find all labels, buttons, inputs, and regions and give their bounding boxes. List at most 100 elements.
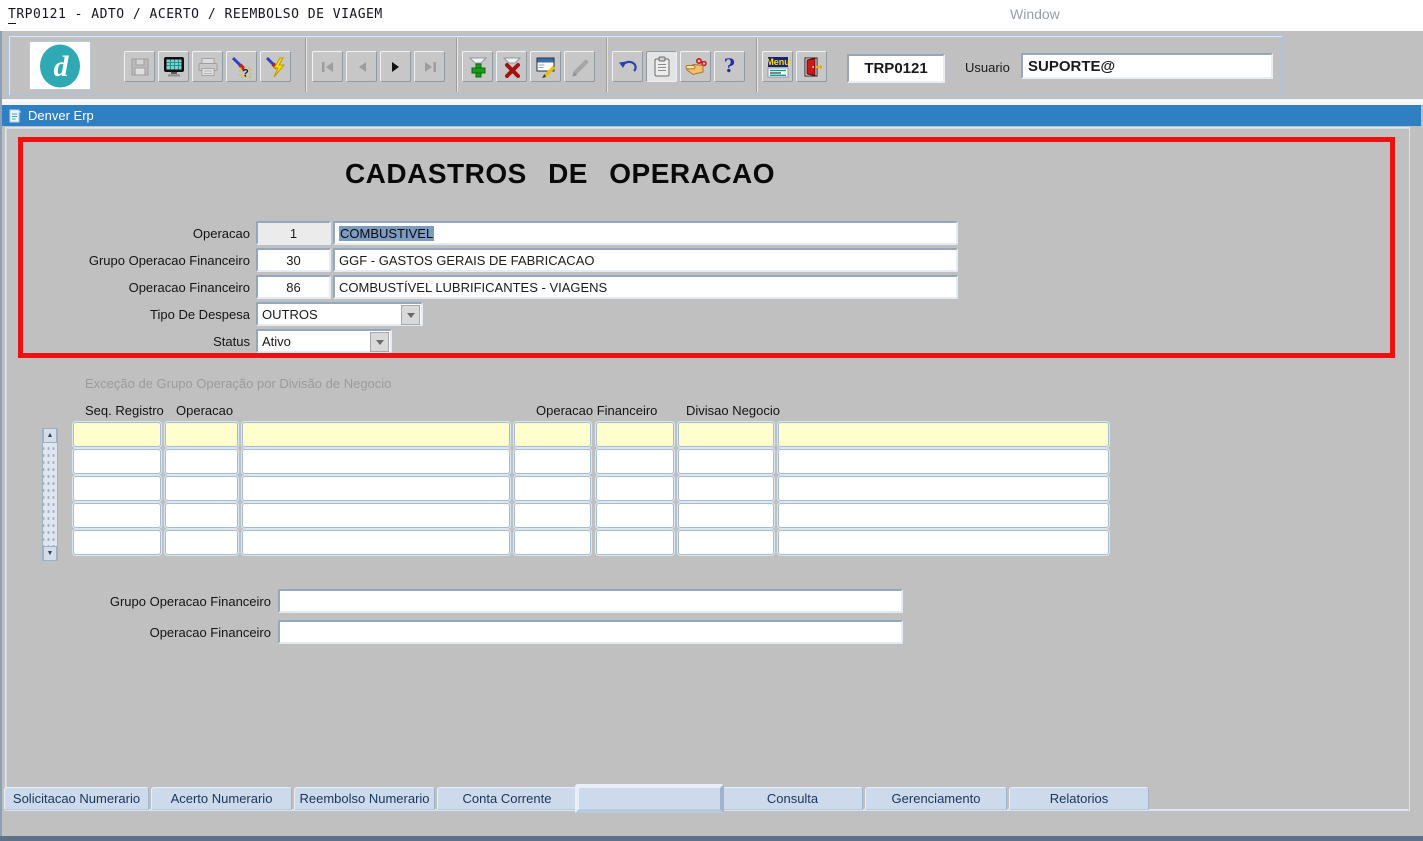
insert-record-button[interactable] <box>462 51 493 82</box>
window-left-edge <box>0 31 2 836</box>
grupo-operacao-financeiro-code-field[interactable]: 30 <box>256 248 331 272</box>
grid-cell[interactable] <box>165 476 238 501</box>
svg-text:Menu: Menu <box>767 57 789 67</box>
grid-cell[interactable] <box>73 476 161 501</box>
grid-cell[interactable] <box>778 449 1109 474</box>
tab-consulta[interactable]: Consulta <box>722 787 863 810</box>
operacao-code-field[interactable]: 1 <box>256 221 331 245</box>
scroll-up-icon[interactable]: ▲ <box>43 428 57 443</box>
exception-section-title: Exceção de Grupo Operação por Divisão de… <box>85 376 391 391</box>
operacao-financeiro-desc-field[interactable]: COMBUSTÍVEL LUBRIFICANTES - VIAGENS <box>333 275 958 299</box>
grid-cell[interactable] <box>596 530 674 555</box>
clear-record-button[interactable] <box>564 51 595 82</box>
window-pencil-icon <box>535 56 557 78</box>
grid-cell[interactable] <box>778 476 1109 501</box>
grid-cell[interactable] <box>596 476 674 501</box>
status-select[interactable]: Ativo <box>256 329 392 353</box>
edit-record-button[interactable] <box>530 51 561 82</box>
lower-grupo-operacao-financeiro-field[interactable] <box>278 589 903 613</box>
window-menu[interactable]: Window <box>1010 6 1060 22</box>
grid-cell[interactable] <box>165 449 238 474</box>
exit-button[interactable] <box>796 51 827 82</box>
grid-cell[interactable] <box>596 449 674 474</box>
first-record-button[interactable] <box>312 51 343 82</box>
grid-cell[interactable] <box>678 530 774 555</box>
tab-cadastros[interactable]: Cadastros <box>579 787 720 810</box>
chevron-down-icon[interactable] <box>370 332 389 352</box>
grid-cell[interactable] <box>778 503 1109 528</box>
brush-question-icon: ? <box>231 56 253 78</box>
scroll-down-icon[interactable]: ▼ <box>43 546 57 561</box>
grid-cell[interactable] <box>73 449 161 474</box>
last-record-button[interactable] <box>414 51 445 82</box>
grid-cell[interactable] <box>242 449 510 474</box>
grid-cell[interactable] <box>73 503 161 528</box>
tipo-de-despesa-select[interactable]: OUTROS <box>256 302 423 326</box>
grid-cell[interactable] <box>73 422 161 447</box>
grid-scrollbar[interactable]: ▲ ▼ <box>42 428 58 561</box>
toolbar-separator <box>756 38 757 92</box>
grid-cell[interactable] <box>514 530 591 555</box>
help-button[interactable]: ? <box>714 51 745 82</box>
save-button[interactable] <box>124 51 155 82</box>
exit-door-icon <box>802 56 822 78</box>
tab-gerenciamento[interactable]: Gerenciamento <box>865 787 1007 810</box>
grid-cell[interactable] <box>242 476 510 501</box>
hand-keys-icon <box>685 56 707 77</box>
accelerator-underline <box>8 23 16 24</box>
grid-cell[interactable] <box>678 422 774 447</box>
operacao-financeiro-code-field[interactable]: 86 <box>256 275 331 299</box>
next-record-button[interactable] <box>380 51 411 82</box>
tab-reembolso-numerario[interactable]: Reembolso Numerario <box>294 787 435 810</box>
grid-cell[interactable] <box>242 530 510 555</box>
grid-cell[interactable] <box>514 476 591 501</box>
grid-cell[interactable] <box>165 503 238 528</box>
user-field[interactable]: SUPORTE@ <box>1021 53 1273 79</box>
tab-solicitacao-numerario[interactable]: Solicitacao Numerario <box>4 787 149 810</box>
svg-text:d: d <box>54 50 70 83</box>
grid-cell[interactable] <box>165 422 238 447</box>
tab-conta-corrente[interactable]: Conta Corrente <box>437 787 577 810</box>
tab-relatorios[interactable]: Relatorios <box>1009 787 1149 810</box>
previous-record-button[interactable] <box>346 51 377 82</box>
lower-operacao-financeiro-label: Operacao Financeiro <box>51 625 271 640</box>
grid-cell[interactable] <box>514 503 591 528</box>
floppy-disk-icon <box>130 57 150 77</box>
keys-button[interactable] <box>680 51 711 82</box>
execute-query-button[interactable] <box>260 51 291 82</box>
grid-cell[interactable] <box>678 476 774 501</box>
undo-button[interactable] <box>612 51 643 82</box>
grid-cell[interactable] <box>778 530 1109 555</box>
grid-cell[interactable] <box>778 422 1109 447</box>
grid-cell[interactable] <box>678 503 774 528</box>
insert-record-icon <box>467 56 489 78</box>
page-title: CADASTROS DE OPERACAO <box>250 158 870 190</box>
lower-grupo-operacao-financeiro-label: Grupo Operacao Financeiro <box>51 594 271 609</box>
clipboard-button[interactable] <box>646 51 677 82</box>
tab-acerto-numerario[interactable]: Acerto Numerario <box>151 787 292 810</box>
menu-button[interactable]: Menu <box>762 51 793 82</box>
enter-query-button[interactable]: ? <box>226 51 257 82</box>
operacao-desc-field[interactable]: COMBUSTIVEL <box>333 221 958 245</box>
lower-operacao-financeiro-field[interactable] <box>278 620 903 644</box>
monitor-icon <box>163 56 185 77</box>
chevron-down-icon[interactable] <box>401 305 420 325</box>
grid-cell[interactable] <box>73 530 161 555</box>
grid-cell[interactable] <box>596 503 674 528</box>
delete-record-button[interactable] <box>496 51 527 82</box>
screen-button[interactable] <box>158 51 189 82</box>
grid-cell[interactable] <box>514 422 591 447</box>
denver-logo-button[interactable]: d <box>29 41 91 90</box>
program-menu-title[interactable]: TRP0121 - ADTO / ACERTO / REEMBOLSO DE V… <box>8 7 383 22</box>
brush-lightning-icon <box>265 56 287 78</box>
grid-cell[interactable] <box>678 449 774 474</box>
grid-cell[interactable] <box>514 449 591 474</box>
grid-cell[interactable] <box>165 530 238 555</box>
print-button[interactable] <box>192 51 223 82</box>
grid-cell[interactable] <box>242 422 510 447</box>
grid-cell[interactable] <box>596 422 674 447</box>
denver-logo-icon: d <box>34 43 86 89</box>
grid-cell[interactable] <box>242 503 510 528</box>
tipo-de-despesa-value: OUTROS <box>262 307 318 322</box>
grupo-operacao-financeiro-desc-field[interactable]: GGF - GASTOS GERAIS DE FABRICACAO <box>333 248 958 272</box>
